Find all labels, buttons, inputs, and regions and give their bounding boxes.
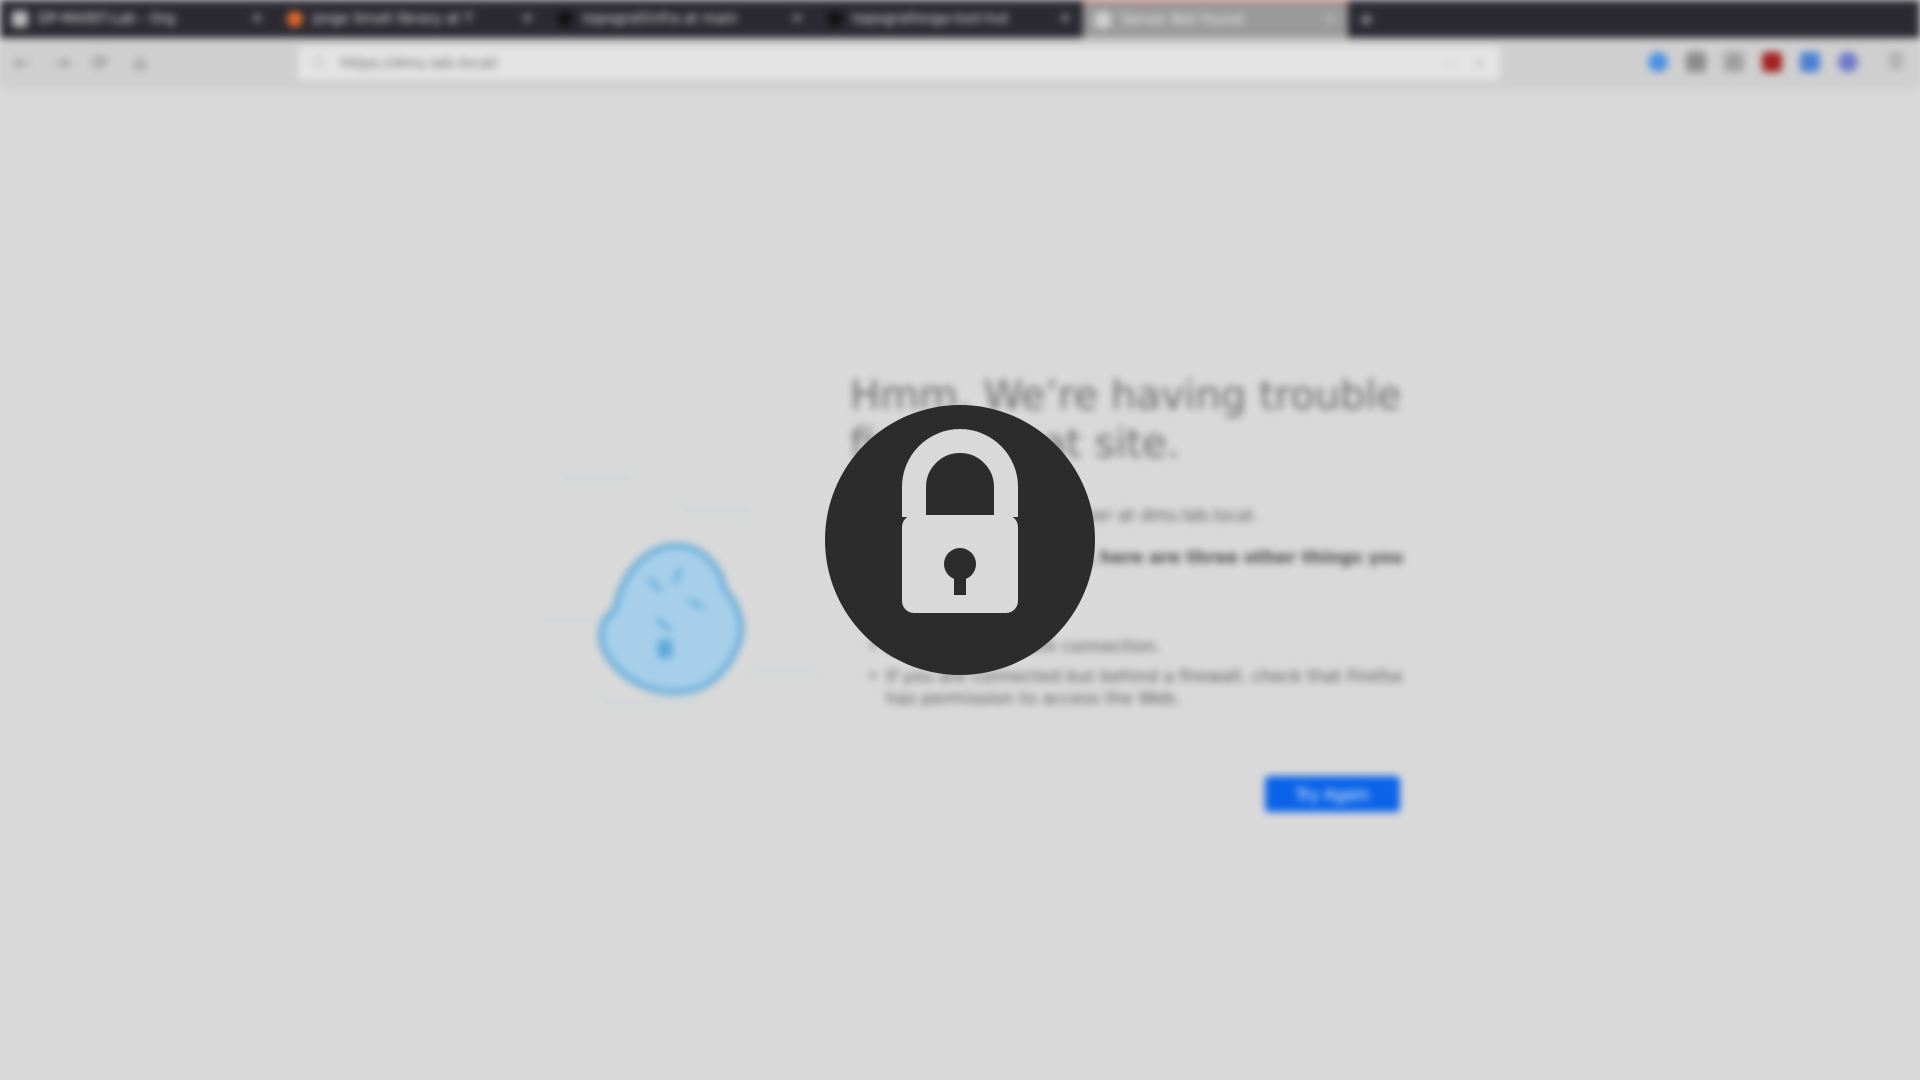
tab-4-active[interactable]: Server Not Found ✕ (1083, 0, 1348, 38)
tab-1[interactable]: Jorge Small library at T ✕ (275, 0, 545, 38)
url-bar[interactable]: ⓘ https://dms.lab.local/ ⋯ ☆ (298, 46, 1500, 80)
extension-icon[interactable] (1686, 52, 1706, 72)
dinosaur-illustration (540, 476, 820, 704)
tab-title: DP-MAINT-Lab - Org (38, 11, 176, 27)
close-icon[interactable]: ✕ (521, 11, 533, 27)
bookmark-star-icon[interactable]: ☆ (1473, 54, 1486, 72)
tab-title: topograf/infra at main (583, 11, 738, 27)
back-button[interactable]: ← (10, 51, 34, 75)
close-icon[interactable]: ✕ (251, 11, 263, 27)
ublock-icon[interactable] (1762, 52, 1782, 72)
menu-icon[interactable]: ☰ (1886, 52, 1906, 72)
translate-icon[interactable] (1800, 52, 1820, 72)
url-text[interactable]: https://dms.lab.local/ (340, 54, 1430, 72)
try-again-button[interactable]: Try Again (1265, 776, 1400, 812)
tab-title: Jorge Small library at T (313, 11, 474, 27)
bitwarden-icon[interactable] (1838, 52, 1858, 72)
app-icon (12, 11, 28, 27)
shield-icon[interactable] (1648, 52, 1668, 72)
close-icon[interactable]: ✕ (791, 11, 803, 27)
tab-3[interactable]: topograf/orga-tool-hut ✕ (815, 0, 1083, 38)
close-icon[interactable]: ✕ (1059, 11, 1071, 27)
lock-screen-overlay (825, 405, 1095, 675)
home-button[interactable]: ⌂ (128, 51, 152, 75)
nav-toolbar: ← → ⟳ ⌂ ⓘ https://dms.lab.local/ ⋯ ☆ ☰ (0, 38, 1920, 89)
github-icon (557, 11, 573, 27)
firefox-icon (287, 11, 303, 27)
tab-2[interactable]: topograf/infra at main ✕ (545, 0, 815, 38)
page-actions-icon[interactable]: ⋯ (1444, 54, 1459, 72)
new-tab-button[interactable]: + (1358, 0, 1375, 38)
container-icon[interactable] (1724, 52, 1744, 72)
github-icon (827, 11, 843, 27)
close-icon[interactable]: ✕ (1324, 12, 1336, 28)
forward-button[interactable]: → (50, 51, 74, 75)
tab-bar: DP-MAINT-Lab - Org ✕ Jorge Small library… (0, 0, 1920, 38)
reload-button[interactable]: ⟳ (88, 51, 112, 75)
tab-title: topograf/orga-tool-hut (853, 11, 1009, 27)
site-info-icon[interactable]: ⓘ (312, 53, 326, 73)
lock-icon (902, 429, 1018, 613)
warning-icon (1095, 12, 1111, 28)
tab-0[interactable]: DP-MAINT-Lab - Org ✕ (0, 0, 275, 38)
tab-title: Server Not Found (1121, 12, 1244, 28)
